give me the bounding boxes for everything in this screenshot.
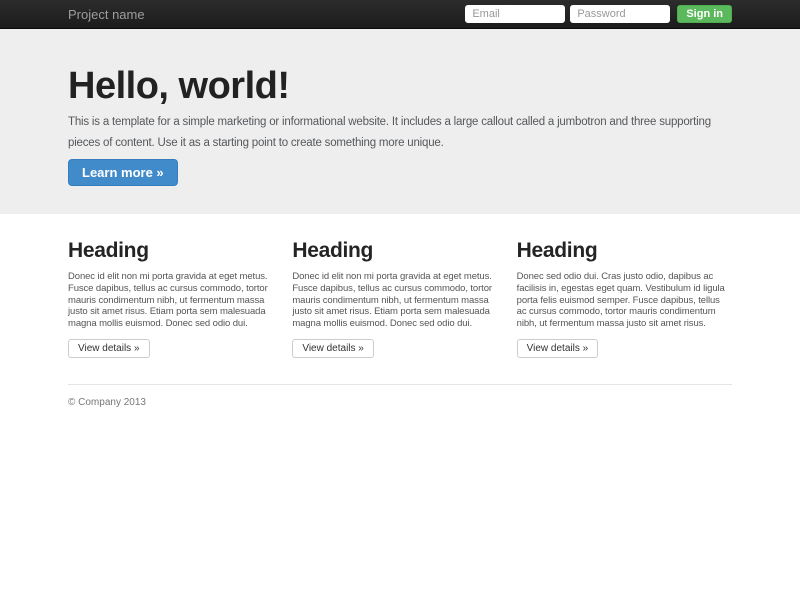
view-details-button-2[interactable]: View details » [292,338,374,358]
content-columns: Heading Donec id elit non mi porta gravi… [68,238,732,358]
content-column-3: Heading Donec sed odio dui. Cras justo o… [516,238,732,358]
signin-button[interactable]: Sign in [677,5,732,23]
password-field[interactable] [570,5,671,23]
content-column-2: Heading Donec id elit non mi porta gravi… [292,238,507,358]
signin-form: Sign in [465,5,732,23]
column-heading: Heading [292,239,374,262]
navbar-inner: Project name Sign in [68,0,732,28]
column-heading: Heading [516,239,598,262]
column-heading: Heading [68,239,149,262]
navbar-brand[interactable]: Project name [68,7,145,22]
jumbotron: Hello, world! This is a template for a s… [0,29,800,214]
column-text: Donec id elit non mi porta gravida at eg… [292,271,492,330]
view-details-button-1[interactable]: View details » [68,338,150,358]
main-content: Heading Donec id elit non mi porta gravi… [68,238,732,408]
learn-more-button[interactable]: Learn more » [68,159,178,186]
page-title: Hello, world! [68,65,290,107]
jumbotron-description: This is a template for a simple marketin… [68,116,711,149]
copyright: © Company 2013 [68,396,146,408]
column-text: Donec id elit non mi porta gravida at eg… [68,271,268,330]
email-field[interactable] [465,5,566,23]
navbar: Project name Sign in [0,0,800,29]
column-text: Donec sed odio dui. Cras justo odio, dap… [516,271,725,330]
view-details-button-3[interactable]: View details » [516,338,599,358]
footer: © Company 2013 [68,383,732,408]
content-column-1: Heading Donec id elit non mi porta gravi… [68,238,283,358]
